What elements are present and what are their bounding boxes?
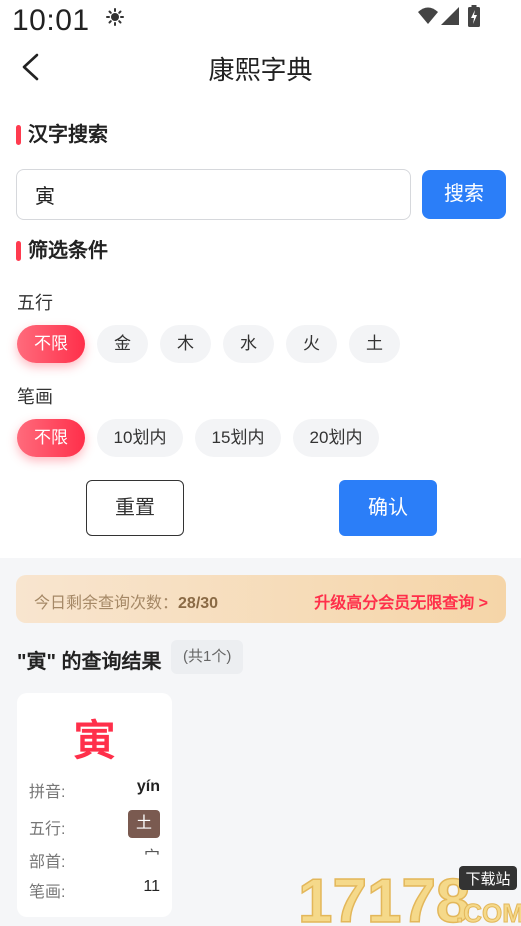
- filter-panel: 10:01 康熙字典 汉字搜索 搜索 筛选条件 五行 不限 金: [0, 0, 521, 558]
- wuxing-options: 不限 金 木 水 火 土: [17, 325, 400, 363]
- radical-key: 部首:: [29, 854, 66, 871]
- watermark-domain: .COM: [456, 898, 521, 926]
- wuxing-tag: 土: [128, 810, 160, 838]
- stroke-option-20[interactable]: 20划内: [293, 419, 379, 457]
- section-marker: [16, 125, 21, 145]
- quota-banner: 今日剩余查询次数：28/30 升级高分会员无限查询 >: [16, 575, 506, 623]
- section-marker: [16, 241, 21, 261]
- stroke-option-15[interactable]: 15划内: [195, 419, 281, 457]
- upgrade-link[interactable]: 升级高分会员无限查询 >: [314, 589, 488, 613]
- results-title: "寅" 的查询结果: [17, 651, 162, 673]
- wuxing-option-fire[interactable]: 火: [286, 325, 337, 363]
- wuxing-option-any[interactable]: 不限: [17, 325, 85, 363]
- stroke-option-any[interactable]: 不限: [17, 419, 85, 457]
- site-watermark-logo: 17178 下载站 .COM: [297, 866, 521, 926]
- quota-count: 28/30: [178, 595, 219, 612]
- results-count: (共1个): [171, 640, 244, 674]
- battery-charging-icon: [468, 5, 480, 27]
- wuxing-option-metal[interactable]: 金: [97, 325, 148, 363]
- quota-text: 今日剩余查询次数：28/30: [34, 589, 218, 613]
- section-title-filter: 筛选条件: [16, 239, 108, 263]
- wuxing-option-earth[interactable]: 土: [349, 325, 400, 363]
- strokes-key: 笔画:: [29, 884, 66, 901]
- page-title: 康熙字典: [208, 55, 313, 85]
- confirm-button[interactable]: 确认: [339, 480, 437, 536]
- pinyin-value: yín: [136, 778, 160, 795]
- section-title-text: 汉字搜索: [28, 124, 108, 146]
- watermark-badge: 下载站: [465, 870, 510, 888]
- radical-value: 宀: [144, 843, 160, 857]
- stroke-option-10[interactable]: 10划内: [97, 419, 183, 457]
- section-title-text: 筛选条件: [28, 240, 108, 262]
- filter-label-strokes: 笔画: [17, 387, 53, 407]
- status-time: 10:01: [12, 4, 90, 37]
- quota-label: 今日剩余查询次数：: [34, 595, 179, 612]
- sun-icon: [106, 8, 124, 26]
- pinyin-key: 拼音:: [29, 784, 66, 801]
- section-title-search: 汉字搜索: [16, 123, 108, 147]
- character-glyph: 寅: [73, 717, 116, 764]
- watermark-digits: 17178: [298, 867, 470, 926]
- character-card[interactable]: 寅 拼音: yín 五行: 土 部首: 宀 笔画: 11: [17, 693, 172, 917]
- search-input[interactable]: [16, 169, 411, 220]
- wuxing-key: 五行:: [29, 821, 66, 838]
- wuxing-option-wood[interactable]: 木: [160, 325, 211, 363]
- search-button[interactable]: 搜索: [422, 170, 506, 219]
- stroke-options: 不限 10划内 15划内 20划内: [17, 419, 379, 457]
- signal-icon: [441, 7, 459, 25]
- wifi-icon: [418, 7, 438, 24]
- filter-label-wuxing: 五行: [17, 293, 53, 313]
- reset-button[interactable]: 重置: [86, 480, 184, 536]
- wuxing-option-water[interactable]: 水: [223, 325, 274, 363]
- strokes-value: 11: [143, 878, 160, 895]
